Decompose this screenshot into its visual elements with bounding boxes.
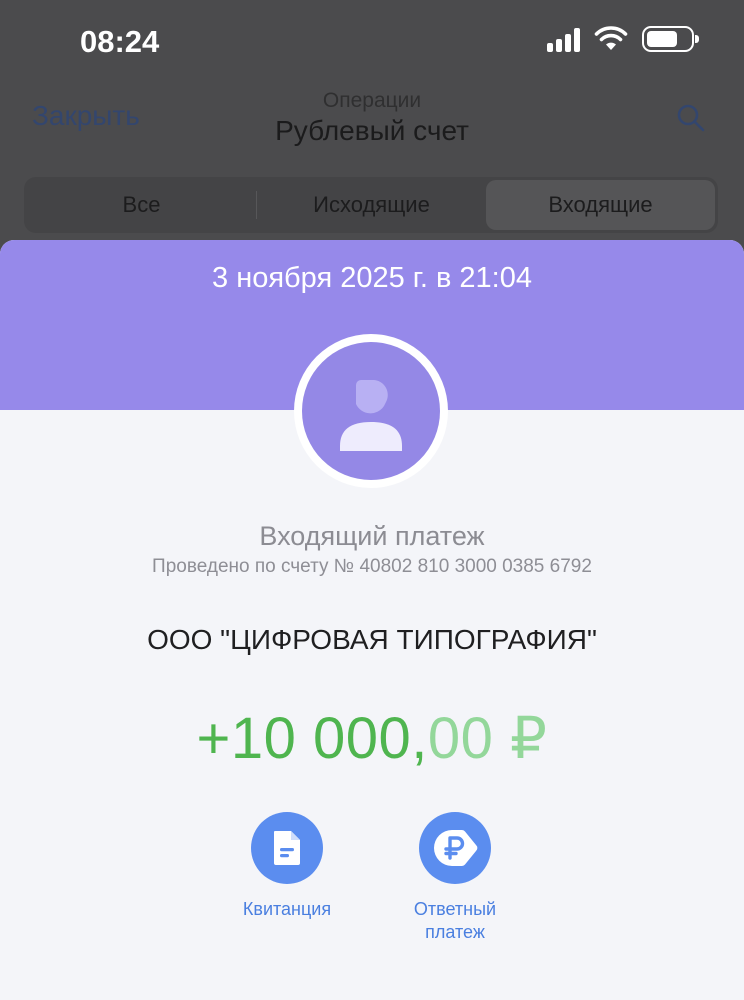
ruble-reply-icon bbox=[434, 830, 478, 866]
document-icon bbox=[274, 831, 300, 865]
receipt-icon-circle bbox=[251, 812, 323, 884]
actions-row: Квитанция Ответный платеж bbox=[0, 812, 744, 952]
operation-type: Входящий платеж bbox=[259, 521, 485, 551]
amount: +10 000,00 ₽ bbox=[0, 704, 744, 772]
person-icon bbox=[340, 380, 402, 451]
tab-all[interactable]: Все bbox=[27, 180, 256, 230]
account-line: Проведено по счету № 40802 810 3000 0385… bbox=[152, 556, 592, 577]
avatar-circle bbox=[302, 342, 440, 480]
status-icons bbox=[547, 26, 699, 52]
operations-filter: Все Исходящие Входящие bbox=[24, 177, 718, 233]
receipt-label: Квитанция bbox=[242, 899, 332, 919]
status-time: 08:24 bbox=[80, 24, 160, 59]
background-screen: 08:24 Закрыть Операции Рублевый счет Все… bbox=[0, 0, 744, 260]
counterparty-name: ООО "ЦИФРОВАЯ ТИПОГРАФИЯ" bbox=[147, 624, 597, 655]
wifi-icon bbox=[594, 26, 628, 50]
tab-outgoing[interactable]: Исходящие bbox=[257, 180, 486, 230]
page-title: Рублевый счет bbox=[275, 115, 469, 146]
tab-incoming[interactable]: Входящие bbox=[486, 180, 715, 230]
search-icon[interactable] bbox=[676, 103, 706, 133]
nav-subtitle: Операции bbox=[322, 89, 422, 112]
reply-payment-button[interactable]: Ответный платеж bbox=[370, 812, 540, 944]
cellular-signal-icon bbox=[547, 26, 580, 52]
operation-date: 3 ноября 2025 г. в 21:04 bbox=[212, 262, 532, 294]
operation-details-sheet: 3 ноября 2025 г. в 21:04 Входящий платеж… bbox=[0, 240, 744, 1000]
amount-fraction: 00 ₽ bbox=[427, 706, 548, 771]
status-bar: 08:24 bbox=[0, 0, 744, 80]
reply-payment-icon-circle bbox=[419, 812, 491, 884]
avatar bbox=[294, 334, 448, 488]
battery-icon bbox=[642, 26, 699, 52]
receipt-button[interactable]: Квитанция bbox=[202, 812, 372, 921]
reply-payment-label: Ответный платеж bbox=[413, 899, 497, 942]
amount-main: +10 000, bbox=[196, 706, 428, 771]
